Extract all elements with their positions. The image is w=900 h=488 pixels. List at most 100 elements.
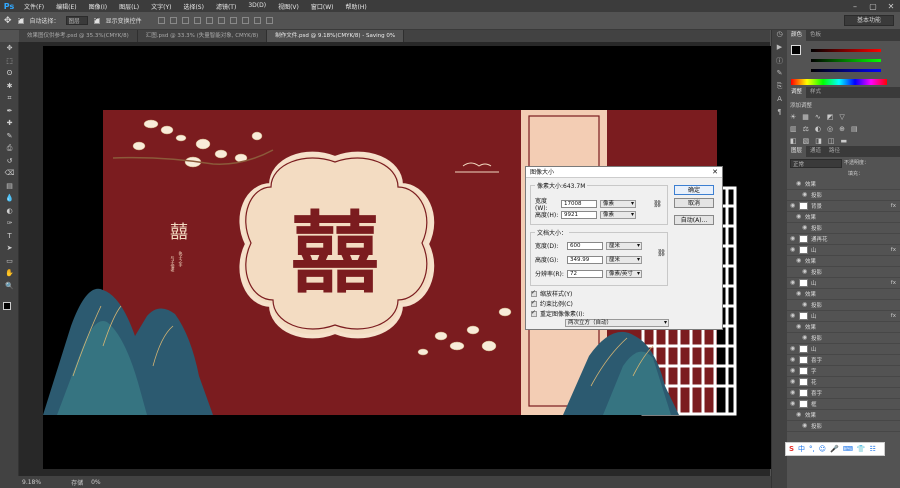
auto-select-checkbox[interactable] — [17, 16, 24, 24]
clone-stamp-icon[interactable]: ⎙ — [0, 142, 19, 155]
menu-item[interactable]: 图层(L) — [113, 2, 145, 11]
layer-row[interactable]: ◉ 效果 — [787, 322, 900, 333]
ime-emoji-icon[interactable]: ☺ — [819, 445, 826, 453]
visibility-eye-icon[interactable]: ◉ — [802, 269, 808, 275]
gradient-map-icon[interactable]: ▬ — [841, 137, 848, 145]
close-icon[interactable]: ✕ — [882, 0, 900, 12]
tab-paths[interactable]: 路径 — [825, 146, 844, 157]
visibility-eye-icon[interactable]: ◉ — [802, 302, 808, 308]
visibility-eye-icon[interactable]: ◉ — [790, 247, 796, 253]
move-tool-icon[interactable]: ✥ — [4, 16, 12, 26]
resample-method-dropdown[interactable]: 两次立方（自动） — [565, 319, 669, 327]
properties-icon[interactable]: ⓘ — [772, 56, 787, 69]
distribute-icon[interactable] — [253, 17, 261, 24]
layer-row[interactable]: ◉ 喜字 — [787, 388, 900, 399]
lasso-tool-icon[interactable]: ʘ — [0, 67, 19, 80]
visibility-eye-icon[interactable]: ◉ — [802, 335, 808, 341]
menu-item[interactable]: 窗口(W) — [305, 2, 340, 11]
auto-select-dropdown[interactable]: 图层 — [65, 16, 88, 25]
bw-icon[interactable]: ◐ — [815, 125, 821, 133]
layer-row[interactable]: ◉ 效果 — [787, 212, 900, 223]
ime-keyboard-icon[interactable]: ⌨ — [843, 445, 853, 453]
layer-row[interactable]: ◉ 投影 — [787, 223, 900, 234]
pen-tool-icon[interactable]: ✑ — [0, 217, 19, 230]
layer-row[interactable]: ◉ 背景 fx — [787, 201, 900, 212]
paragraph-icon[interactable]: ¶ — [772, 108, 787, 121]
align-vcenter-icon[interactable] — [169, 17, 177, 24]
visibility-eye-icon[interactable]: ◉ — [796, 214, 802, 220]
distribute-icon[interactable] — [229, 17, 237, 24]
doc-height-unit[interactable]: 厘米 — [606, 255, 642, 264]
dialog-close-icon[interactable]: ✕ — [712, 168, 718, 176]
scale-styles-checkbox[interactable] — [531, 289, 537, 297]
menu-item[interactable]: 编辑(E) — [50, 2, 82, 11]
minimize-icon[interactable]: – — [846, 0, 864, 12]
green-slider[interactable] — [811, 59, 881, 62]
visibility-eye-icon[interactable]: ◉ — [796, 412, 802, 418]
levels-icon[interactable]: ▦ — [802, 113, 809, 121]
hue-icon[interactable]: ▥ — [790, 125, 797, 133]
foreground-color-swatch[interactable] — [3, 302, 11, 310]
ime-punct-icon[interactable]: °, — [809, 445, 815, 453]
layer-row[interactable]: ◉ 投影 — [787, 267, 900, 278]
layer-fx-icon[interactable]: fx — [891, 280, 896, 286]
mixer-icon[interactable]: ⊕ — [839, 125, 845, 133]
tab-adjustments[interactable]: 调整 — [787, 87, 807, 98]
layer-row[interactable]: ◉ 喜字 — [787, 355, 900, 366]
layer-row[interactable]: ◉ 效果 — [787, 256, 900, 267]
distribute-icon[interactable] — [241, 17, 249, 24]
tab-swatches[interactable]: 色板 — [806, 30, 825, 41]
red-slider[interactable] — [811, 49, 881, 52]
document-tab[interactable]: 汇图.psd @ 33.3% (失量智能对象, CMYK/8) — [138, 30, 268, 42]
visibility-eye-icon[interactable]: ◉ — [790, 236, 796, 242]
history-brush-icon[interactable]: ↺ — [0, 155, 19, 168]
exposure-icon[interactable]: ◩ — [827, 113, 834, 121]
show-transform-checkbox[interactable] — [93, 16, 100, 24]
auto-button[interactable]: 自动(A)... — [674, 215, 714, 225]
blue-slider[interactable] — [811, 69, 881, 72]
actions-icon[interactable]: ▶ — [772, 43, 787, 56]
pixel-width-unit[interactable]: 像素 — [600, 200, 636, 208]
posterize-icon[interactable]: ▧ — [803, 137, 810, 145]
type-tool-icon[interactable]: T — [0, 230, 19, 243]
zoom-level[interactable]: 9.18% — [22, 479, 41, 486]
color-spectrum[interactable] — [791, 79, 887, 85]
layer-row[interactable]: ◉ 框 — [787, 399, 900, 410]
layer-row[interactable]: ◉ 效果 — [787, 410, 900, 421]
visibility-eye-icon[interactable]: ◉ — [790, 368, 796, 374]
eyedropper-icon[interactable]: ✒ — [0, 105, 19, 118]
fg-color-swatch[interactable] — [791, 45, 801, 55]
visibility-eye-icon[interactable]: ◉ — [790, 379, 796, 385]
magic-wand-icon[interactable]: ✱ — [0, 80, 19, 93]
visibility-eye-icon[interactable]: ◉ — [802, 423, 808, 429]
tab-styles[interactable]: 样式 — [806, 87, 825, 98]
constrain-checkbox[interactable] — [531, 299, 537, 307]
healing-brush-icon[interactable]: ✚ — [0, 117, 19, 130]
visibility-eye-icon[interactable]: ◉ — [790, 390, 796, 396]
shape-tool-icon[interactable]: ▭ — [0, 255, 19, 268]
visibility-eye-icon[interactable]: ◉ — [802, 192, 808, 198]
brightness-icon[interactable]: ☀ — [790, 113, 796, 121]
ime-mode-label[interactable]: 中 — [798, 444, 805, 454]
distribute-icon[interactable] — [265, 17, 273, 24]
photo-filter-icon[interactable]: ◎ — [827, 125, 833, 133]
resample-checkbox[interactable] — [531, 309, 537, 317]
align-left-icon[interactable] — [193, 17, 201, 24]
menu-item[interactable]: 3D(D) — [242, 2, 272, 11]
document-tab[interactable]: 制作文件.psd @ 9.18%(CMYK/8) - Saving 0% — [267, 30, 405, 42]
layer-row[interactable]: ◉ 投影 — [787, 333, 900, 344]
selective-icon[interactable]: ◫ — [828, 137, 835, 145]
eraser-icon[interactable]: ⌫ — [0, 167, 19, 180]
path-select-icon[interactable]: ➤ — [0, 242, 19, 255]
balance-icon[interactable]: ⚖ — [803, 125, 809, 133]
ok-button[interactable]: 确定 — [674, 185, 714, 195]
blur-tool-icon[interactable]: 💧 — [0, 192, 19, 205]
maximize-icon[interactable]: ▢ — [864, 0, 882, 12]
tab-color[interactable]: 颜色 — [787, 30, 807, 41]
zoom-tool-icon[interactable]: 🔍 — [0, 280, 19, 293]
doc-height-input[interactable]: 349.99 — [567, 255, 603, 264]
pixel-height-unit[interactable]: 像素 — [600, 210, 636, 219]
pixel-height-input[interactable]: 9921 — [561, 210, 597, 219]
clone-icon[interactable]: ⎘ — [772, 82, 787, 95]
align-hcenter-icon[interactable] — [205, 17, 213, 24]
